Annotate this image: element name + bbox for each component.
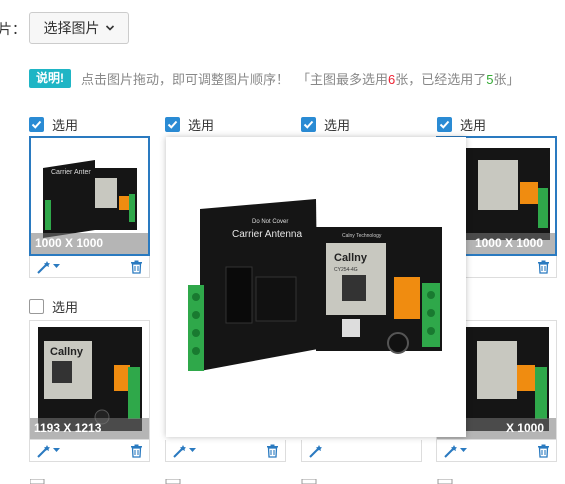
trash-icon[interactable] [266,444,279,458]
trash-icon[interactable] [537,444,550,458]
board-right-brand: Callny [334,252,368,264]
svg-text:Callny: Callny [50,346,84,358]
image-2-checkbox-row[interactable]: 选用 [165,115,214,134]
notice-rule: 「主图最多选用6张，已经选用了5张」 [297,72,520,87]
image-6-edit-menu[interactable] [172,444,196,458]
image-4-checkbox[interactable] [437,117,452,132]
image-1-edit-menu[interactable] [36,260,60,274]
image-5-edit-menu[interactable] [36,444,60,458]
notice-bar: 说明! 点击图片拖动，即可调整图片顺序！ 「主图最多选用6张，已经选用了5张」 [29,69,520,88]
chevron-down-icon [105,25,114,31]
board-left-text: Carrier Antenna [232,229,302,240]
image-4-check-label: 选用 [460,118,487,133]
next-row-peek [30,479,453,484]
pcb-preview-image: Do Not Cover Carrier Antenna Calny Techn… [188,199,442,371]
image-1-check-label: 选用 [52,118,79,133]
caret-down-icon [189,448,196,452]
select-image-label: 选择图片 [43,20,100,36]
image-1-toolbar [29,256,150,278]
image-3-checkbox-row[interactable]: 选用 [301,115,350,134]
image-5-dimensions: 1193 X 1213 [30,418,149,439]
board-left-small: Do Not Cover [252,219,288,225]
board-right-company: Calny Technology [342,233,382,239]
magic-wand-icon [173,444,186,458]
magic-wand-icon [37,444,50,458]
magic-wand-icon [444,444,457,458]
image-1-thumbnail[interactable]: Carrier Antenna 1000 X 1000 [29,136,150,256]
trash-icon[interactable] [130,260,143,274]
image-7-edit-menu[interactable] [308,444,324,458]
image-1-checkbox[interactable] [29,117,44,132]
image-2-check-label: 选用 [188,118,215,133]
image-8-edit-menu[interactable] [443,444,467,458]
board-right-model: CY254-4G [334,267,358,273]
image-5-checkbox[interactable] [29,299,44,314]
image-1-dimensions: 1000 X 1000 [31,233,148,254]
image-5-thumbnail[interactable]: Callny 1193 X 1213 [29,320,150,440]
notice-tag: 说明! [29,69,71,88]
magic-wand-icon [37,260,50,274]
image-5-toolbar [29,440,150,462]
caret-down-icon [53,264,60,268]
image-3-checkbox[interactable] [301,117,316,132]
field-label: 片： [0,21,26,37]
image-2-checkbox[interactable] [165,117,180,132]
magic-wand-icon [309,444,322,458]
trash-icon[interactable] [537,260,550,274]
image-1-checkbox-row[interactable]: 选用 [29,115,78,134]
caret-down-icon [460,448,467,452]
select-image-button[interactable]: 选择图片 [29,12,129,44]
caret-down-icon [53,448,60,452]
image-6-toolbar [165,440,286,462]
image-5-check-label: 选用 [52,300,79,315]
image-3-check-label: 选用 [324,118,351,133]
image-4-checkbox-row[interactable]: 选用 [437,115,486,134]
image-preview-popup: Do Not Cover Carrier Antenna Calny Techn… [166,137,466,437]
image-8-toolbar [436,440,557,462]
image-7-toolbar [301,440,422,462]
used-count: 5 [486,72,494,87]
image-5-checkbox-row[interactable]: 选用 [29,297,78,316]
trash-icon[interactable] [130,444,143,458]
notice-hint: 点击图片拖动，即可调整图片顺序！ [81,72,290,87]
